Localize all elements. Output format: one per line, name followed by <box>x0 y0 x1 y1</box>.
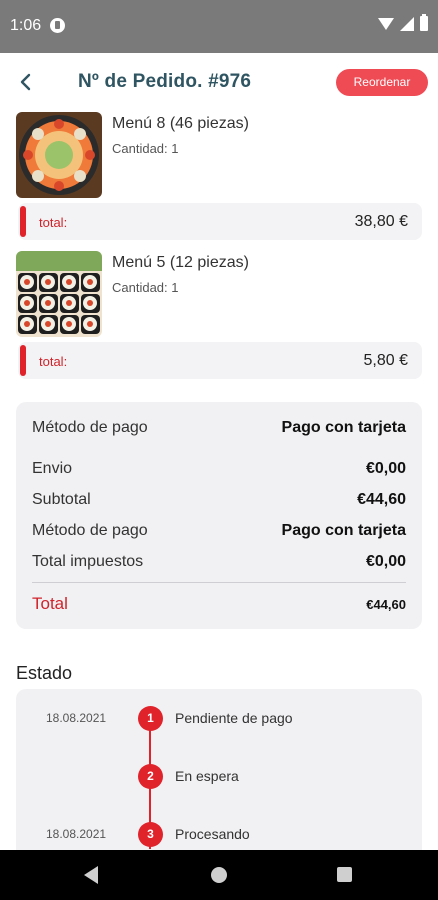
reorder-button[interactable]: Reordenar <box>336 69 428 96</box>
summary-row-payment-method: Método de pago Pago con tarjeta <box>32 522 406 542</box>
summary-value: €0,00 <box>365 460 406 477</box>
item-total-label: total: <box>39 215 68 230</box>
summary-row-subtotal: Subtotal €44,60 <box>32 491 406 511</box>
nav-recents-icon[interactable] <box>337 867 352 882</box>
summary-label: Método de pago <box>32 522 148 539</box>
item-name: Menú 5 (12 piezas) <box>112 254 249 271</box>
summary-row-tax: Total impuestos €0,00 <box>32 553 406 573</box>
sushi-platter-image <box>16 112 102 198</box>
notification-icon <box>50 18 65 33</box>
summary-row-total: Total €44,60 <box>32 594 406 614</box>
summary-value: Pago con tarjeta <box>281 522 406 539</box>
item-total-value: 5,80 € <box>363 352 408 369</box>
summary-label: Envio <box>32 460 73 477</box>
status-time: 1:06 <box>10 17 42 34</box>
item-quantity: Cantidad: 1 <box>112 280 179 295</box>
order-item: Menú 5 (12 piezas) Cantidad: 1 <box>16 251 422 341</box>
nav-home-icon[interactable] <box>211 867 227 883</box>
summary-value: €44,60 <box>357 491 406 508</box>
app-header: Nº de Pedido. #976 Reordenar <box>0 53 438 111</box>
step-date: 18.08.2021 <box>46 827 107 841</box>
summary-total-value: €44,60 <box>366 597 406 612</box>
accent-marker <box>20 206 26 237</box>
summary-label: Total impuestos <box>32 553 144 570</box>
arrow-left-icon[interactable] <box>14 67 40 97</box>
summary-row-payment: Método de pago Pago con tarjeta <box>32 419 406 439</box>
accent-marker <box>20 345 26 376</box>
item-total-value: 38,80 € <box>354 213 408 230</box>
timeline-step: 18.08.2021 1 Pendiente de pago <box>16 706 422 732</box>
signal-icon <box>400 16 414 31</box>
step-status: En espera <box>175 768 239 784</box>
section-title: Estado <box>16 663 73 683</box>
step-number-badge: 1 <box>138 706 163 731</box>
status-timeline: 18.08.2021 1 Pendiente de pago 2 En espe… <box>16 689 422 869</box>
summary-label: Subtotal <box>32 491 91 508</box>
step-date: 18.08.2021 <box>46 711 107 725</box>
system-nav-bar <box>0 850 438 900</box>
sushi-rolls-image <box>16 251 102 337</box>
summary-total-label: Total <box>32 594 68 613</box>
step-number-badge: 2 <box>138 764 163 789</box>
item-total-bar: total: 38,80 € <box>18 203 422 240</box>
nav-back-icon[interactable] <box>84 866 98 884</box>
item-total-bar: total: 5,80 € <box>18 342 422 379</box>
system-icons <box>378 14 428 31</box>
step-status: Pendiente de pago <box>175 710 293 726</box>
item-name: Menú 8 (46 piezas) <box>112 115 249 132</box>
summary-value: €0,00 <box>365 553 406 570</box>
status-bar: 1:06 <box>0 0 438 53</box>
item-quantity: Cantidad: 1 <box>112 141 179 156</box>
timeline-step: 18.08.2021 3 Procesando <box>16 822 422 848</box>
timeline-step: 2 En espera <box>16 764 422 790</box>
order-item: Menú 8 (46 piezas) Cantidad: 1 <box>16 112 422 202</box>
summary-value: Pago con tarjeta <box>281 419 406 436</box>
step-status: Procesando <box>175 826 250 842</box>
summary-row-shipping: Envio €0,00 <box>32 460 406 480</box>
step-number-badge: 3 <box>138 822 163 847</box>
summary-label: Método de pago <box>32 419 148 436</box>
order-summary: Método de pago Pago con tarjeta Envio €0… <box>16 402 422 629</box>
item-total-label: total: <box>39 354 68 369</box>
battery-icon <box>420 14 428 31</box>
wifi-icon <box>378 17 394 30</box>
summary-divider <box>32 582 406 583</box>
page-title: Nº de Pedido. #976 <box>78 71 252 92</box>
